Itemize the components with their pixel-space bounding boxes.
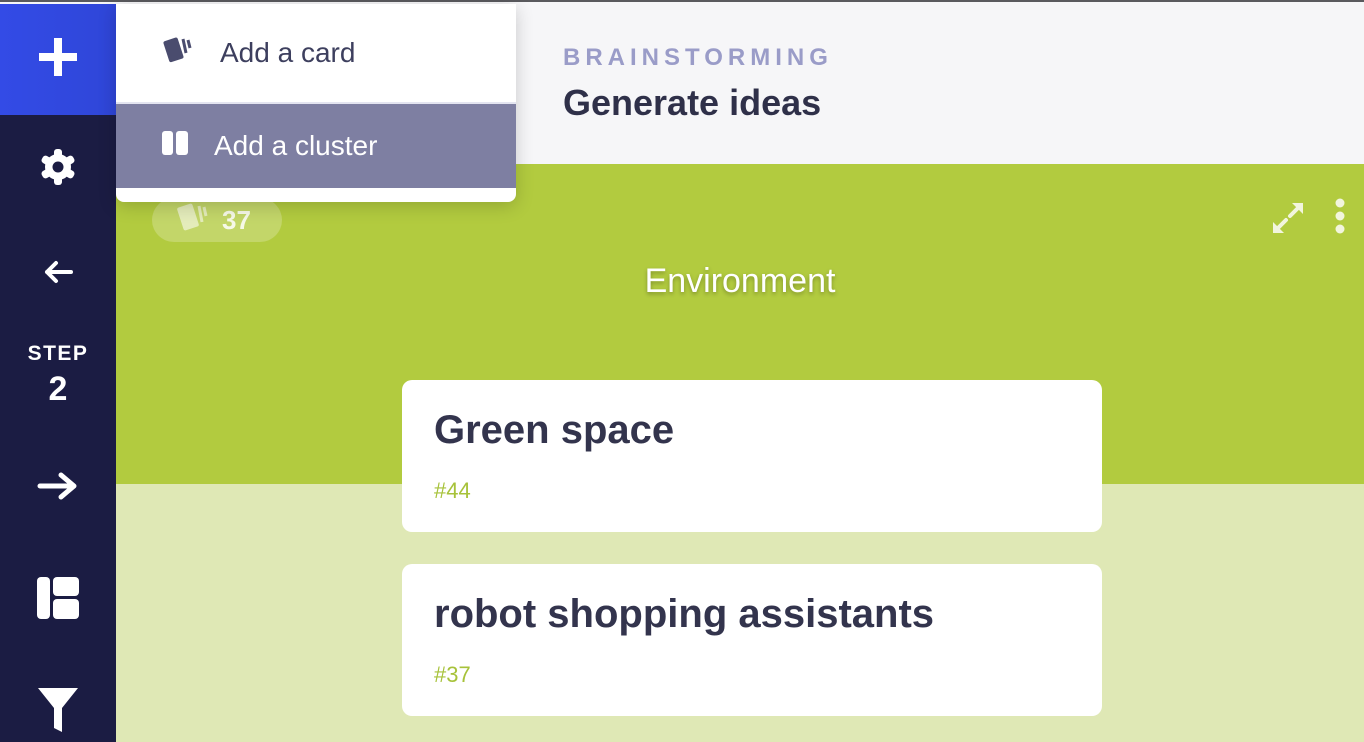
page-title: Generate ideas (563, 82, 822, 123)
arrow-left-icon (43, 260, 73, 289)
card-title: Green space (434, 408, 675, 452)
previous-step-button[interactable] (0, 256, 116, 292)
settings-button[interactable] (0, 144, 116, 194)
card-id: #44 (434, 478, 471, 503)
step-indicator: STEP 2 (0, 342, 116, 409)
step-number: 2 (48, 370, 68, 408)
card-count-badge: 37 (152, 198, 282, 242)
more-options-icon[interactable] (1334, 198, 1346, 239)
filter-icon (38, 687, 78, 737)
menu-item-add-card[interactable]: Add a card (116, 4, 516, 102)
card-count: 37 (222, 204, 251, 235)
add-button[interactable] (0, 4, 116, 115)
cluster-icon (162, 130, 188, 162)
filter-button[interactable] (0, 687, 116, 737)
next-step-button[interactable] (0, 468, 116, 508)
idea-card[interactable]: Green space #44 (402, 380, 1102, 532)
add-menu: Add a card Add a cluster (116, 4, 516, 202)
menu-item-add-cluster[interactable]: Add a cluster (116, 104, 516, 188)
card-icon (162, 36, 192, 71)
gear-icon (38, 147, 78, 192)
phase-label: BRAINSTORMING (563, 44, 833, 71)
layout-button[interactable] (0, 576, 116, 624)
plus-icon (39, 38, 77, 81)
idea-card[interactable]: robot shopping assistants #37 (402, 564, 1102, 716)
cluster-title[interactable]: Environment (116, 262, 1364, 301)
menu-item-label: Add a card (220, 37, 356, 68)
card-id: #37 (434, 662, 471, 687)
layout-icon (37, 576, 79, 624)
card-title: robot shopping assistants (434, 592, 935, 636)
menu-item-label: Add a cluster (214, 130, 378, 161)
cards-icon (174, 202, 210, 239)
sidebar: STEP 2 (0, 4, 116, 742)
step-label: STEP (27, 342, 89, 365)
arrow-right-icon (37, 471, 79, 506)
expand-icon[interactable] (1270, 200, 1306, 241)
